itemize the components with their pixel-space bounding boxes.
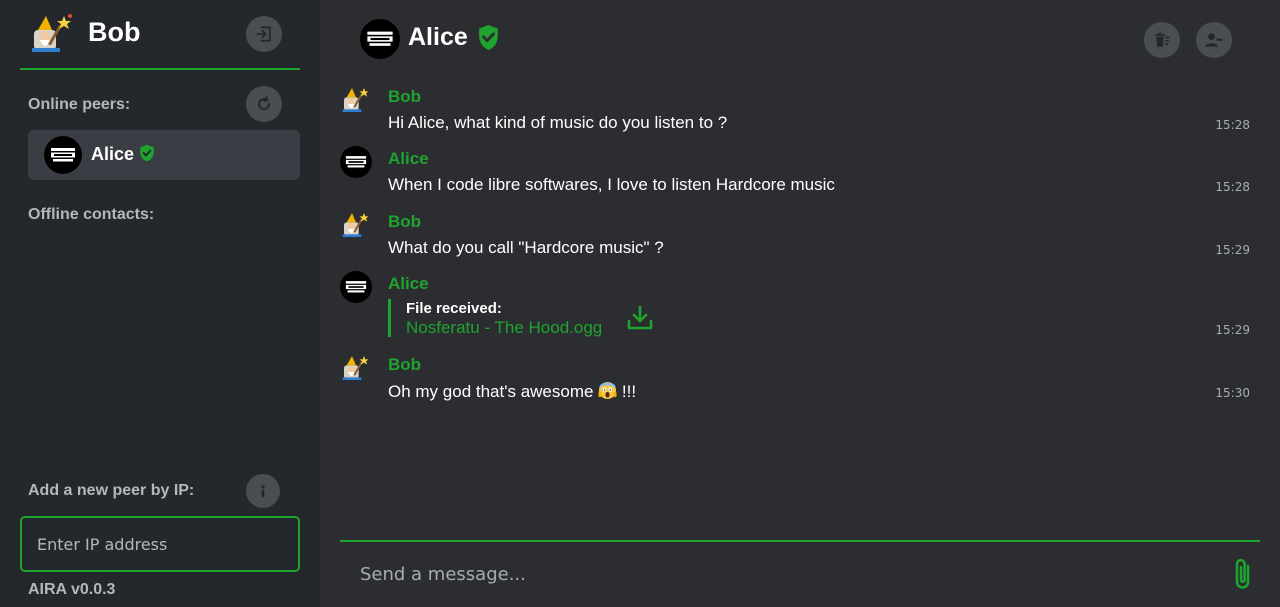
peer-name: Alice	[91, 144, 135, 164]
message-sender: Bob	[388, 87, 422, 106]
paperclip-icon[interactable]	[1230, 556, 1256, 592]
refresh-button[interactable]	[246, 86, 282, 122]
chat-peer-name: Alice	[408, 23, 468, 51]
download-icon[interactable]	[626, 304, 654, 332]
file-message-item: Alice File received: Nosferatu - The Hoo…	[340, 271, 1260, 341]
screaming-face-emoji-icon	[598, 381, 617, 400]
wizard-avatar-icon	[342, 213, 369, 237]
logout-button[interactable]	[246, 16, 282, 52]
message-text-part: Oh my god that's awesome	[388, 382, 599, 401]
wizard-avatar-icon	[32, 14, 72, 52]
my-name: Bob	[88, 17, 141, 47]
offline-contacts-label: Offline contacts:	[28, 206, 155, 223]
message-input[interactable]	[340, 542, 1220, 607]
remove-contact-button[interactable]	[1196, 22, 1232, 58]
message-text: What do you call "Hardcore music" ?	[388, 238, 664, 257]
message-item: Bob Oh my god that's awesome !!! 15:30	[340, 352, 1260, 404]
message-time: 15:28	[1215, 180, 1250, 194]
message-sender: Alice	[388, 274, 429, 293]
peer-item-alice[interactable]: Alice	[28, 130, 300, 180]
remove-user-icon	[1205, 33, 1223, 47]
message-text: When I code libre softwares, I love to l…	[388, 175, 835, 194]
verified-shield-icon	[140, 144, 154, 162]
message-item: Bob Hi Alice, what kind of music do you …	[340, 84, 1260, 136]
parental-advisory-avatar-icon	[44, 136, 82, 174]
message-sender: Bob	[388, 212, 422, 231]
message-time: 15:30	[1215, 386, 1250, 400]
chat-panel: Alice Bob Hi Alice, what kind of music d…	[320, 0, 1280, 607]
online-peers-label: Online peers:	[28, 96, 131, 113]
parental-advisory-avatar-icon	[340, 146, 372, 178]
message-sender: Alice	[388, 149, 429, 168]
chat-header: Alice	[320, 0, 1280, 78]
add-peer-label: Add a new peer by IP:	[28, 482, 195, 499]
app-version: AIRA v0.0.3	[28, 581, 116, 598]
wizard-avatar-icon	[342, 88, 369, 112]
message-time: 15:29	[1215, 323, 1250, 337]
file-attachment: File received: Nosferatu - The Hood.ogg	[388, 299, 602, 337]
logout-icon	[256, 26, 271, 42]
message-time: 15:28	[1215, 118, 1250, 132]
message-composer	[340, 540, 1260, 607]
identity-header: Bob	[20, 0, 300, 70]
message-text-part: !!!	[617, 382, 637, 401]
info-icon	[261, 485, 265, 498]
ip-address-input[interactable]	[20, 516, 300, 572]
wizard-avatar-icon	[342, 356, 369, 380]
message-item: Alice When I code libre softwares, I lov…	[340, 146, 1260, 198]
message-item: Bob What do you call "Hardcore music" ? …	[340, 209, 1260, 261]
parental-advisory-avatar-icon	[340, 271, 372, 303]
message-sender: Bob	[388, 355, 422, 374]
message-time: 15:29	[1215, 243, 1250, 257]
delete-conversation-button[interactable]	[1144, 22, 1180, 58]
verified-shield-icon	[479, 25, 498, 50]
message-text: Oh my god that's awesome !!!	[388, 381, 636, 402]
message-text: Hi Alice, what kind of music do you list…	[388, 113, 728, 132]
sidebar: Bob Online peers: Alice Offline contacts…	[0, 0, 320, 607]
refresh-icon	[258, 95, 271, 110]
trash-icon	[1155, 32, 1170, 47]
info-button[interactable]	[246, 474, 280, 508]
file-received-label: File received:	[406, 300, 502, 317]
file-name-link[interactable]: Nosferatu - The Hood.ogg	[406, 318, 602, 338]
parental-advisory-avatar-icon	[360, 19, 400, 59]
